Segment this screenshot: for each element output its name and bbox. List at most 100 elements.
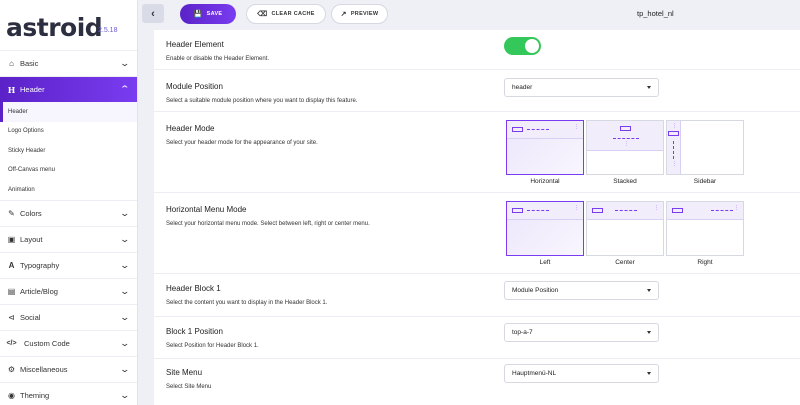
sub-item-animation[interactable]: Animation	[0, 180, 137, 200]
header-element-toggle[interactable]	[504, 37, 541, 55]
setting-title: Header Element	[166, 40, 224, 49]
preview-button[interactable]: ↗ PREVIEW	[331, 4, 388, 24]
layout-preview: ⋮ ⋮	[666, 120, 744, 175]
clear-cache-label: CLEAR CACHE	[271, 11, 315, 17]
chevron-down-icon: ⌄	[119, 233, 131, 244]
module-position-select[interactable]: header	[504, 78, 659, 97]
option-label: Right	[697, 259, 713, 266]
select-value: Hauptmenü-NL	[512, 370, 557, 377]
eraser-icon: ⌫	[257, 11, 268, 18]
setting-desc: Select the content you want to display i…	[166, 300, 328, 306]
chevron-down-icon: ⌄	[119, 389, 131, 400]
chevron-left-icon: ‹	[151, 7, 155, 20]
chevron-down-icon: ⌄	[119, 363, 131, 374]
block-1-position-select[interactable]: top-a-7	[504, 323, 659, 342]
chevron-down-icon: ⌄	[119, 337, 131, 348]
sidebar-item-colors[interactable]: ✎ Colors ⌄	[0, 199, 137, 226]
clear-cache-button[interactable]: ⌫ CLEAR CACHE	[246, 4, 326, 24]
header-mode-sidebar[interactable]: ⋮ ⋮ Sidebar	[666, 120, 744, 185]
chevron-up-icon: ⌃	[119, 84, 131, 94]
option-label: Center	[615, 259, 635, 266]
cogs-icon: ⚙	[7, 364, 16, 374]
collapse-sidebar-button[interactable]: ‹	[142, 4, 164, 23]
sidebar-item-header[interactable]: H Header ⌃	[0, 76, 137, 102]
sidebar-item-label: Theming	[20, 390, 50, 400]
sidebar-item-social[interactable]: ⊲ Social ⌄	[0, 303, 137, 330]
setting-module-position: Module Position Select a suitable module…	[154, 70, 800, 112]
menu-mode-left[interactable]: ⋮ Left	[506, 201, 584, 266]
share-icon: ⊲	[8, 312, 15, 322]
code-icon: </>	[6, 339, 17, 347]
caret-down-icon	[647, 86, 651, 89]
sidebar-item-label: Custom Code	[24, 338, 70, 348]
menu-mode-right[interactable]: ⋮ Right	[666, 201, 744, 266]
save-label: SAVE	[206, 11, 223, 17]
sidebar-item-custom-code[interactable]: </> Custom Code ⌄	[0, 329, 137, 356]
select-value: top-a-7	[512, 329, 533, 336]
caret-down-icon	[647, 331, 651, 334]
header-block-1-select[interactable]: Module Position	[504, 281, 659, 300]
chevron-down-icon: ⌄	[119, 311, 131, 322]
sub-item-sticky-header[interactable]: Sticky Header	[0, 141, 137, 161]
sub-item-off-canvas-menu[interactable]: Off-Canvas menu	[0, 161, 137, 181]
site-menu-select[interactable]: Hauptmenü-NL	[504, 364, 659, 383]
topbar: ‹ 💾 SAVE ⌫ CLEAR CACHE ↗ PREVIEW tp_hote…	[138, 0, 800, 28]
logo: astroid 2.5.18	[0, 0, 137, 50]
layout-preview: ⋮	[586, 120, 664, 175]
sub-item-header[interactable]: Header	[0, 102, 137, 122]
sidebar-item-theming[interactable]: ◉ Theming ⌄	[0, 381, 137, 405]
select-value: header	[512, 84, 533, 91]
setting-header-block-1: Header Block 1 Select the content you wa…	[154, 274, 800, 317]
layout-preview: ⋮	[666, 201, 744, 256]
sidebar-item-label: Header	[20, 85, 45, 94]
setting-title: Module Position	[166, 82, 223, 91]
caret-down-icon	[647, 289, 651, 292]
select-value: Module Position	[512, 287, 559, 294]
save-icon: 💾	[193, 11, 203, 18]
option-label: Stacked	[613, 178, 637, 185]
menu-mode-center[interactable]: ⋮ Center	[586, 201, 664, 266]
settings-panel: Header Element Enable or disable the Hea…	[154, 30, 800, 405]
sidebar-item-label: Colors	[20, 208, 42, 218]
setting-horizontal-menu-mode: Horizontal Menu Mode Select your horizon…	[154, 193, 800, 274]
setting-site-menu: Site Menu Select Site Menu Hauptmenü-NL	[154, 359, 800, 405]
save-button[interactable]: 💾 SAVE	[180, 4, 236, 24]
logo-text: astroid	[6, 13, 103, 42]
header-mode-stacked[interactable]: ⋮ Stacked	[586, 120, 664, 185]
layout-preview: ⋮	[586, 201, 664, 256]
option-label: Left	[539, 259, 551, 266]
setting-title: Site Menu	[166, 368, 203, 377]
sidebar-item-label: Basic	[20, 59, 39, 68]
sub-item-logo-options[interactable]: Logo Options	[0, 122, 137, 142]
palette-icon: ◉	[8, 390, 15, 400]
setting-desc: Select your header mode for the appearan…	[166, 140, 318, 146]
chevron-down-icon: ⌄	[119, 285, 131, 296]
sidebar-item-label: Social	[20, 312, 41, 322]
setting-desc: Select Position for Header Block 1.	[166, 343, 259, 349]
sidebar-item-miscellaneous[interactable]: ⚙ Miscellaneous ⌄	[0, 355, 137, 382]
setting-header-element: Header Element Enable or disable the Hea…	[154, 30, 800, 70]
setting-title: Horizontal Menu Mode	[166, 205, 247, 214]
chevron-down-icon: ⌄	[119, 207, 131, 218]
sidebar-item-article-blog[interactable]: ▤ Article/Blog ⌄	[0, 277, 137, 304]
header-icon: H	[7, 84, 16, 95]
setting-desc: Select a suitable module position where …	[166, 98, 358, 104]
layout-preview: ⋮	[506, 120, 584, 175]
sidebar: astroid 2.5.18 ⌂ Basic ⌄ H Header ⌃ Head…	[0, 0, 138, 405]
sidebar-item-label: Article/Blog	[20, 286, 58, 296]
chevron-down-icon: ⌄	[119, 259, 131, 270]
setting-block-1-position: Block 1 Position Select Position for Hea…	[154, 317, 800, 359]
sidebar-item-label: Typography	[20, 260, 60, 270]
setting-header-mode: Header Mode Select your header mode for …	[154, 112, 800, 193]
header-mode-horizontal[interactable]: ⋮ Horizontal	[506, 120, 584, 185]
sidebar-item-typography[interactable]: A Typography ⌄	[0, 251, 137, 278]
setting-desc: Select Site Menu	[166, 384, 212, 390]
sidebar-item-layout[interactable]: ▣ Layout ⌄	[0, 225, 137, 252]
setting-desc: Select your horizontal menu mode. Select…	[166, 221, 370, 227]
home-icon: ⌂	[9, 59, 14, 68]
setting-title: Block 1 Position	[166, 327, 223, 336]
sidebar-item-label: Layout	[20, 234, 43, 244]
sidebar-item-basic[interactable]: ⌂ Basic ⌄	[0, 50, 137, 76]
article-icon: ▤	[7, 286, 16, 296]
setting-desc: Enable or disable the Header Element.	[166, 56, 270, 62]
